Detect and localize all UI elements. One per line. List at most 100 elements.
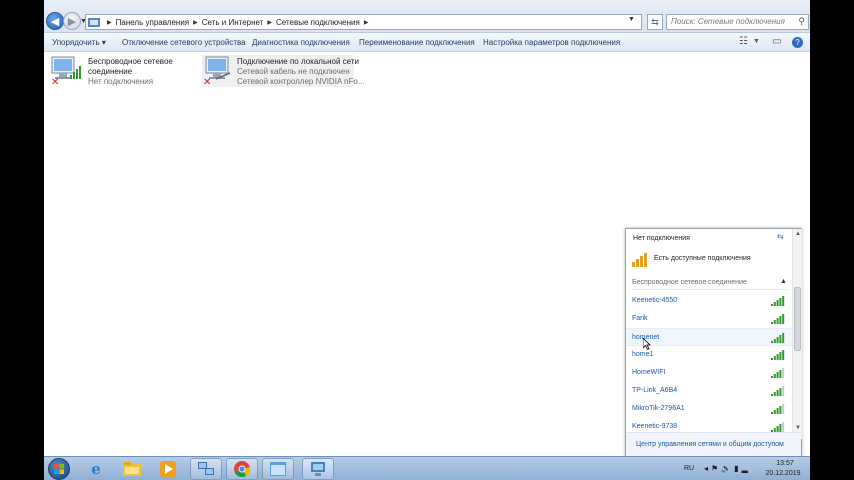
search-icon: ⚲ [798,16,805,26]
section-header: Беспроводное сетевое соединение [632,279,747,286]
connection-name: Подключение по локальной сети [237,57,359,66]
taskbar-explorer[interactable] [116,458,148,480]
network-refresh-icon[interactable]: ⇆ [777,232,784,241]
command-bar: Упорядочить ▾ Отключение сетевого устрой… [44,33,810,52]
scroll-up-icon[interactable]: ▲ [795,231,801,237]
lan-pc-icon: ✕ [203,56,231,85]
chrome-icon [234,461,250,477]
start-button[interactable] [48,458,70,480]
control-panel-icon [88,18,100,27]
taskbar: e RU ◂⚑🔈▮▂ 13:57 20.12.2019 [44,456,810,480]
preview-pane-icon[interactable]: ▭ [772,36,781,47]
wifi-network-item[interactable]: Farik [626,310,792,328]
wifi-network-name: Keenetic-4550 [632,297,678,304]
breadcrumb-separator-icon: ▶ [107,19,112,26]
rename-button[interactable]: Переименование подключения [359,38,475,47]
connection-name: Беспроводное сетевое [88,57,173,66]
connection-name-line2: соединение [88,67,133,76]
mouse-cursor-icon [643,338,651,350]
media-player-icon [160,461,176,477]
view-dropdown-icon[interactable]: ▼ [753,38,760,45]
lan-connection-item[interactable]: ✕ Подключение по локальной сети Сетевой … [202,55,365,87]
network-icon [198,462,214,475]
system-tray[interactable]: ◂⚑🔈▮▂ [704,464,751,473]
generic-window-icon [270,462,286,476]
signal-strength-icon [771,314,785,324]
available-signal-icon [632,253,647,267]
wireless-connection-item[interactable]: ✕ Беспроводное сетевое соединение Нет по… [50,55,173,87]
breadcrumb-separator-icon: ▶ [363,19,369,26]
volume-icon[interactable]: 🔈 [721,464,734,473]
taskbar-media-player[interactable] [152,458,184,480]
disable-device-button[interactable]: Отключение сетевого устройства [122,38,246,47]
explorer-icon [123,462,141,476]
network-center-link[interactable]: Центр управления сетями и общим доступом [636,441,784,448]
clock-date[interactable]: 20.12.2019 [761,470,805,477]
wifi-network-name: MikroTik-2796A1 [632,405,685,412]
help-icon[interactable]: ? [792,37,803,48]
connection-settings-button[interactable]: Настройка параметров подключения [483,38,620,47]
flyout-status: Нет подключения [633,235,690,242]
signal-strength-icon [771,296,785,306]
forward-button[interactable]: ▶ [63,12,81,30]
signal-strength-icon [771,368,785,378]
language-indicator[interactable]: RU [684,465,694,472]
connection-status: Сетевой кабель не подключен [237,67,350,76]
search-input[interactable]: Поиск: Сетевые подключения ⚲ [666,14,809,30]
scroll-down-icon[interactable]: ▼ [795,425,801,431]
breadcrumb-item-control-panel[interactable]: Панель управления [116,18,190,27]
wifi-network-name: home1 [632,351,654,358]
address-bar: ◀ ▶ ▼ ▶ Панель управления ▶ Сеть и Интер… [44,0,810,33]
wifi-network-item[interactable]: HomeWIFI [626,364,792,382]
clock-time[interactable]: 13:57 [765,460,805,467]
refresh-button[interactable]: ⇆ [647,14,663,30]
tray-expand-icon[interactable]: ◂ [704,464,711,473]
network-connections-window: ◀ ▶ ▼ ▶ Панель управления ▶ Сеть и Интер… [44,0,810,480]
taskbar-chrome[interactable] [226,458,258,480]
wifi-network-item[interactable]: TP-Link_A6B4 [626,382,792,400]
flyout-footer: Центр управления сетями и общим доступом [626,432,801,456]
breadcrumb-item-network-connections[interactable]: Сетевые подключения [276,18,360,27]
address-dropdown-icon[interactable]: ▼ [628,16,635,23]
wifi-flyout: Нет подключения ⇆ Есть доступные подключ… [625,228,802,456]
windows-logo-icon [54,464,64,474]
signal-strength-icon [771,422,785,432]
battery-icon[interactable]: ▮ [734,464,741,473]
network-connections-icon [311,462,325,476]
wifi-network-item[interactable]: MikroTik-2796A1 [626,400,792,418]
flyout-scrollbar[interactable]: ▲ ▼ [792,229,802,439]
collapse-icon[interactable]: ▲ [780,278,787,285]
breadcrumb-separator-icon: ▶ [193,19,198,26]
taskbar-network[interactable] [190,458,222,480]
breadcrumb-separator-icon: ▶ [267,19,272,26]
section-divider [632,289,787,290]
wifi-network-name: Farik [632,315,648,322]
wifi-network-name: HomeWIFI [632,369,666,376]
taskbar-network-connections[interactable] [302,458,334,480]
organize-button[interactable]: Упорядочить ▾ [52,38,106,47]
signal-strength-icon [771,350,785,360]
connection-status: Нет подключения [88,77,154,86]
flag-icon[interactable]: ⚑ [711,464,721,473]
taskbar-window[interactable] [262,458,294,480]
wifi-network-item[interactable]: Keenetic-4550 [626,292,792,310]
svg-text:✕: ✕ [203,77,211,85]
wifi-network-name: Keenetic-9738 [632,423,678,430]
scroll-thumb[interactable] [794,287,801,351]
wifi-tray-icon[interactable]: ▂ [742,464,751,473]
wireless-pc-icon: ✕ [51,56,81,85]
diagnose-button[interactable]: Диагностика подключения [252,38,350,47]
view-options-icon[interactable]: ☷ [739,36,748,47]
signal-strength-icon [771,404,785,414]
signal-strength-icon [771,386,785,396]
ie-icon: e [91,460,101,478]
taskbar-ie[interactable]: e [80,458,112,480]
svg-text:✕: ✕ [51,77,59,85]
network-list: Keenetic-4550 Farik homenet home1 HomeWIFI TP… [626,292,792,436]
breadcrumb[interactable]: ▶ Панель управления ▶ Сеть и Интернет ▶ … [85,14,642,30]
back-button[interactable]: ◀ [46,12,64,30]
connection-device: Сетевой контроллер NVIDIA nFo... [237,77,365,86]
refresh-icon: ⇆ [651,16,659,27]
breadcrumb-item-network-internet[interactable]: Сеть и Интернет [202,18,264,27]
wifi-network-name: TP-Link_A6B4 [632,387,678,394]
